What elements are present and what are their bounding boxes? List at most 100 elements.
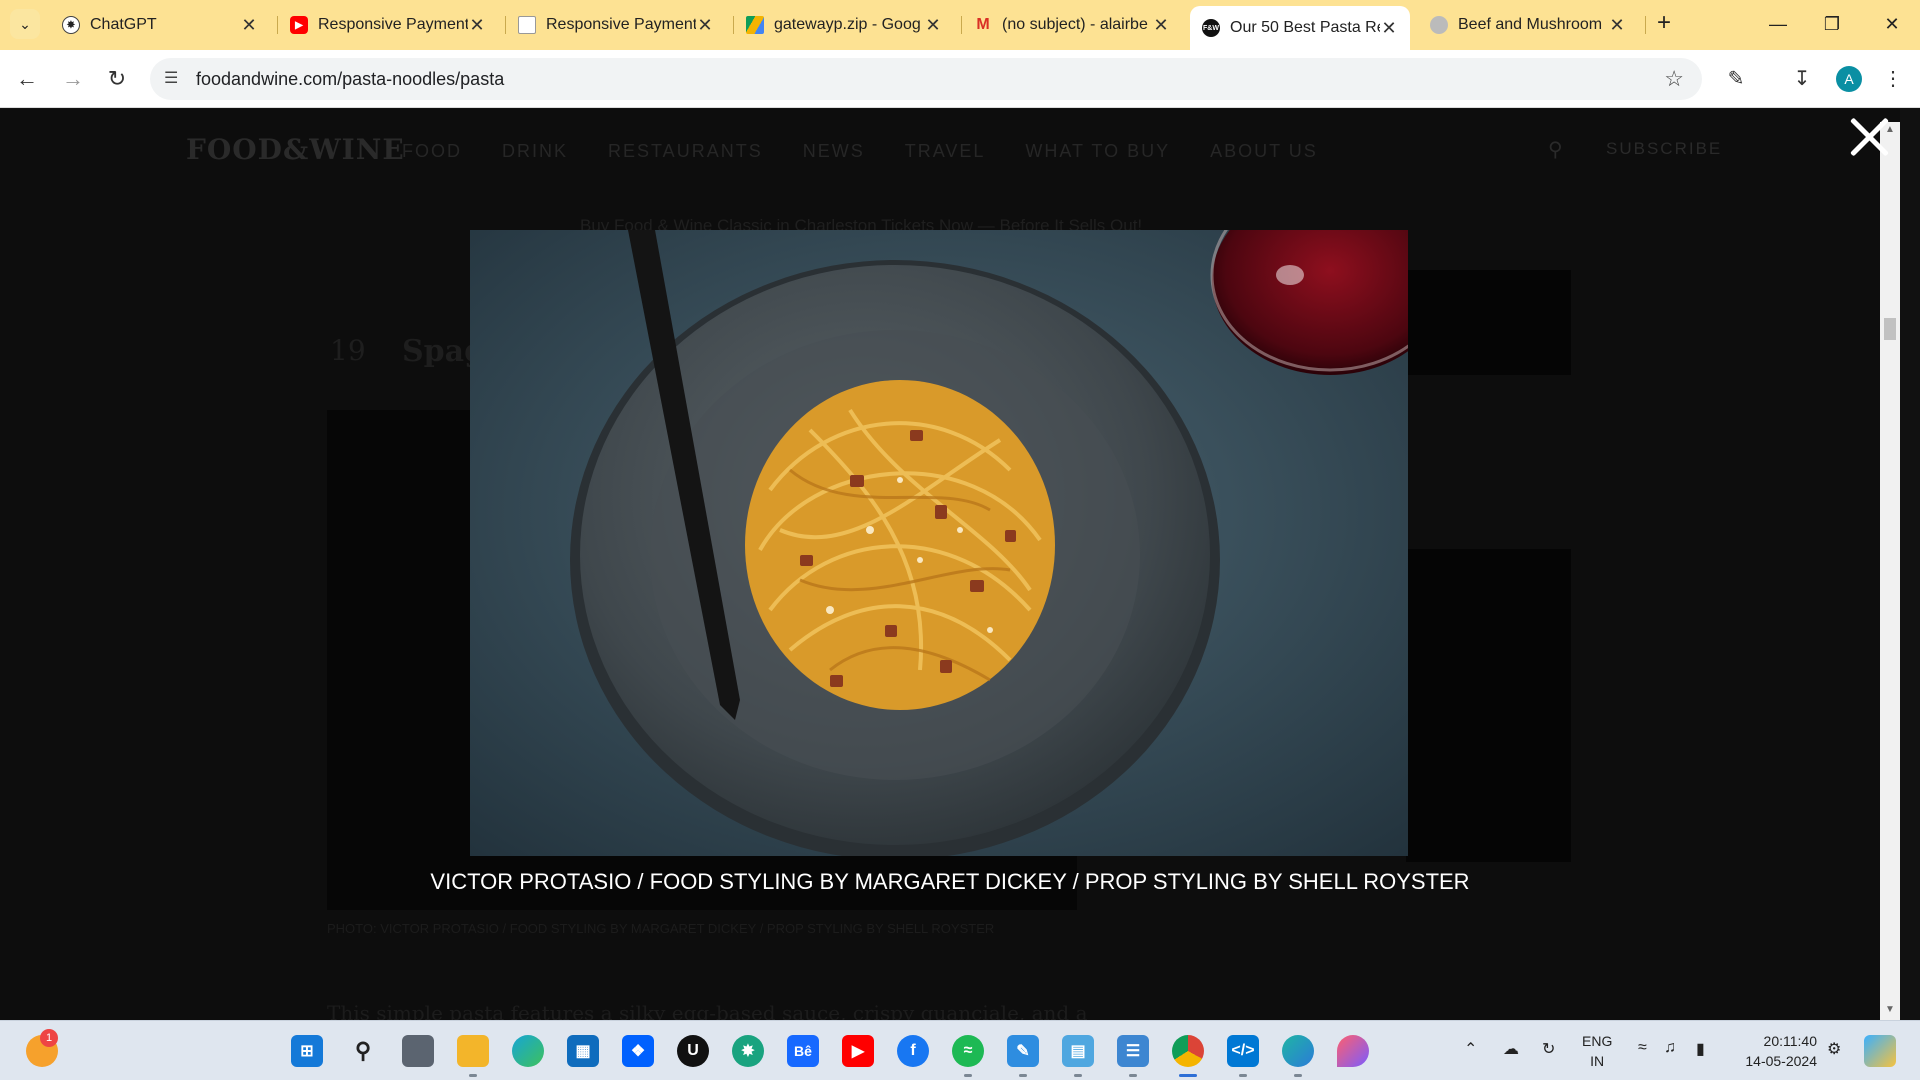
nav-item-news[interactable]: NEWS	[803, 141, 865, 162]
restore-button[interactable]: ❐	[1810, 8, 1854, 40]
nav-item-travel[interactable]: TRAVEL	[905, 141, 986, 162]
chevron-down-icon: ⌄	[19, 15, 31, 32]
profile-avatar[interactable]: A	[1836, 66, 1862, 92]
close-tab-icon[interactable]: ✕	[1152, 15, 1170, 36]
tab-title: Responsive Payment	[546, 16, 696, 33]
nav-item-restaurants[interactable]: RESTAURANTS	[608, 141, 763, 162]
youtube-icon[interactable]: ▶	[842, 1035, 874, 1067]
tab-responsive-payment-youtube[interactable]: ▶ Responsive Payment ✕	[278, 6, 498, 44]
lightbox-close-icon[interactable]	[1848, 116, 1890, 158]
input-language[interactable]: ENG IN	[1582, 1031, 1612, 1071]
lightbox-photo	[470, 230, 1408, 856]
language-code: ENG	[1582, 1033, 1613, 1049]
nav-item-food[interactable]: FOOD	[402, 141, 462, 162]
windows-taskbar: 1 ⊞ ⚲ ▦ ❖ U ✸ Bê ▶ f ≈ ✎ ▤ ☰ </> ⌃ ☁ ↻ E…	[0, 1020, 1920, 1080]
minimize-button[interactable]: —	[1756, 8, 1800, 40]
show-hidden-icons-icon[interactable]: ⌃	[1464, 1039, 1477, 1059]
wifi-icon[interactable]: ≈	[1638, 1039, 1647, 1057]
paint-icon[interactable]: ✎	[1007, 1035, 1039, 1067]
forward-button[interactable]: →	[58, 64, 88, 94]
tab-google-drive[interactable]: gatewayp.zip - Goog ✕	[734, 6, 954, 44]
tab-title: Our 50 Best Pasta Re	[1230, 19, 1380, 36]
site-info-icon[interactable]: ☰	[164, 68, 178, 88]
file-explorer-icon[interactable]	[457, 1035, 489, 1067]
tab-title: ChatGPT	[90, 16, 157, 33]
site-logo[interactable]: FOOD&WINE	[186, 133, 405, 166]
nav-item-what-to-buy[interactable]: WHAT TO BUY	[1025, 141, 1170, 162]
new-tab-button[interactable]: +	[1651, 10, 1677, 38]
photo-credit: PHOTO: VICTOR PROTASIO / FOOD STYLING BY…	[327, 921, 995, 936]
url-text[interactable]: foodandwine.com/pasta-noodles/pasta	[196, 69, 504, 90]
unacademy-icon[interactable]: U	[677, 1035, 709, 1067]
clock-date: 14-05-2024	[1745, 1053, 1817, 1069]
tab-gmail[interactable]: M (no subject) - alairbe ✕	[962, 6, 1182, 44]
vscode-icon[interactable]: </>	[1227, 1035, 1259, 1067]
back-button[interactable]: ←	[12, 64, 42, 94]
search-icon[interactable]: ⚲	[347, 1035, 379, 1067]
ad-slot	[1406, 270, 1571, 375]
facebook-icon[interactable]: f	[897, 1035, 929, 1067]
nav-item-about-us[interactable]: ABOUT US	[1210, 141, 1318, 162]
page-icon	[518, 16, 536, 34]
tab-title: (no subject) - alairbe	[1002, 16, 1148, 33]
close-tab-icon[interactable]: ✕	[696, 15, 714, 36]
gmail-icon: M	[976, 16, 990, 33]
spotify-icon[interactable]: ≈	[952, 1035, 984, 1067]
microsoft-store-icon[interactable]: ▦	[567, 1035, 599, 1067]
tab-title: gatewayp.zip - Goog	[774, 16, 921, 33]
scroll-thumb[interactable]	[1884, 318, 1896, 340]
address-bar[interactable]: ☰ foodandwine.com/pasta-noodles/pasta ☆	[150, 58, 1702, 100]
onedrive-error-icon[interactable]: ☁	[1503, 1039, 1519, 1059]
close-tab-icon[interactable]: ✕	[1608, 15, 1626, 36]
reload-button[interactable]: ↻	[102, 64, 132, 94]
edge-dev-icon[interactable]	[1282, 1035, 1314, 1067]
bookmark-star-icon[interactable]: ☆	[1664, 66, 1684, 92]
close-tab-icon[interactable]: ✕	[924, 15, 942, 36]
subscribe-link[interactable]: SUBSCRIBE	[1606, 139, 1722, 159]
tab-chatgpt[interactable]: ✸ ChatGPT ✕	[50, 6, 270, 44]
copilot-icon[interactable]	[1864, 1035, 1896, 1067]
close-tab-icon[interactable]: ✕	[468, 15, 486, 36]
remote-desktop-icon[interactable]: ▤	[1062, 1035, 1094, 1067]
battery-icon[interactable]: ▮	[1696, 1039, 1705, 1059]
extensions-icon[interactable]: ✎	[1721, 64, 1751, 94]
system-clock[interactable]: 20:11:40 14-05-2024	[1737, 1031, 1817, 1071]
task-view-icon[interactable]	[402, 1035, 434, 1067]
tab-beef-mushroom[interactable]: Beef and Mushroom ✕	[1418, 6, 1638, 44]
close-window-button[interactable]: ✕	[1870, 8, 1914, 40]
chrome-icon[interactable]	[1172, 1035, 1204, 1067]
site-nav: FOOD DRINK RESTAURANTS NEWS TRAVEL WHAT …	[402, 141, 1318, 162]
foodandwine-icon: F&W	[1202, 19, 1220, 37]
close-tab-icon[interactable]: ✕	[240, 15, 258, 36]
sync-icon[interactable]: ↻	[1542, 1039, 1555, 1059]
tab-responsive-payment-page[interactable]: Responsive Payment ✕	[506, 6, 726, 44]
notifications-icon[interactable]: ⚙	[1827, 1039, 1841, 1059]
tab-title: Beef and Mushroom	[1458, 16, 1603, 33]
chatgpt-icon[interactable]: ✸	[732, 1035, 764, 1067]
google-drive-icon	[746, 16, 764, 34]
windows-start-icon[interactable]: ⊞	[291, 1035, 323, 1067]
download-icon[interactable]: ↧	[1787, 64, 1817, 94]
edge-icon[interactable]	[512, 1035, 544, 1067]
tab-search-button[interactable]: ⌄	[10, 9, 40, 39]
volume-icon[interactable]: ♫	[1664, 1039, 1676, 1057]
dropbox-icon[interactable]: ❖	[622, 1035, 654, 1067]
lightbox-caption: VICTOR PROTASIO / FOOD STYLING BY MARGAR…	[430, 869, 1470, 894]
notification-badge: 1	[40, 1029, 58, 1047]
figma-icon[interactable]	[1337, 1035, 1369, 1067]
language-region: IN	[1590, 1053, 1605, 1069]
close-tab-icon[interactable]: ✕	[1380, 18, 1398, 39]
notepad-icon[interactable]: ☰	[1117, 1035, 1149, 1067]
menu-kebab-icon[interactable]: ⋮	[1878, 64, 1908, 94]
scroll-down-arrow[interactable]: ▼	[1880, 1004, 1900, 1020]
ad-slot	[1406, 549, 1571, 862]
nav-item-drink[interactable]: DRINK	[502, 141, 568, 162]
site-search-icon[interactable]: ⚲	[1548, 137, 1563, 162]
behance-icon[interactable]: Bê	[787, 1035, 819, 1067]
browser-toolbar: ← → ↻ ☰ foodandwine.com/pasta-noodles/pa…	[0, 50, 1920, 108]
chatgpt-icon: ✸	[62, 16, 80, 34]
clock-time: 20:11:40	[1763, 1033, 1817, 1049]
tab-food-and-wine[interactable]: F&W Our 50 Best Pasta Re ✕	[1190, 6, 1410, 50]
recipe-rank: 19	[330, 334, 366, 367]
tab-title: Responsive Payment	[318, 16, 468, 33]
